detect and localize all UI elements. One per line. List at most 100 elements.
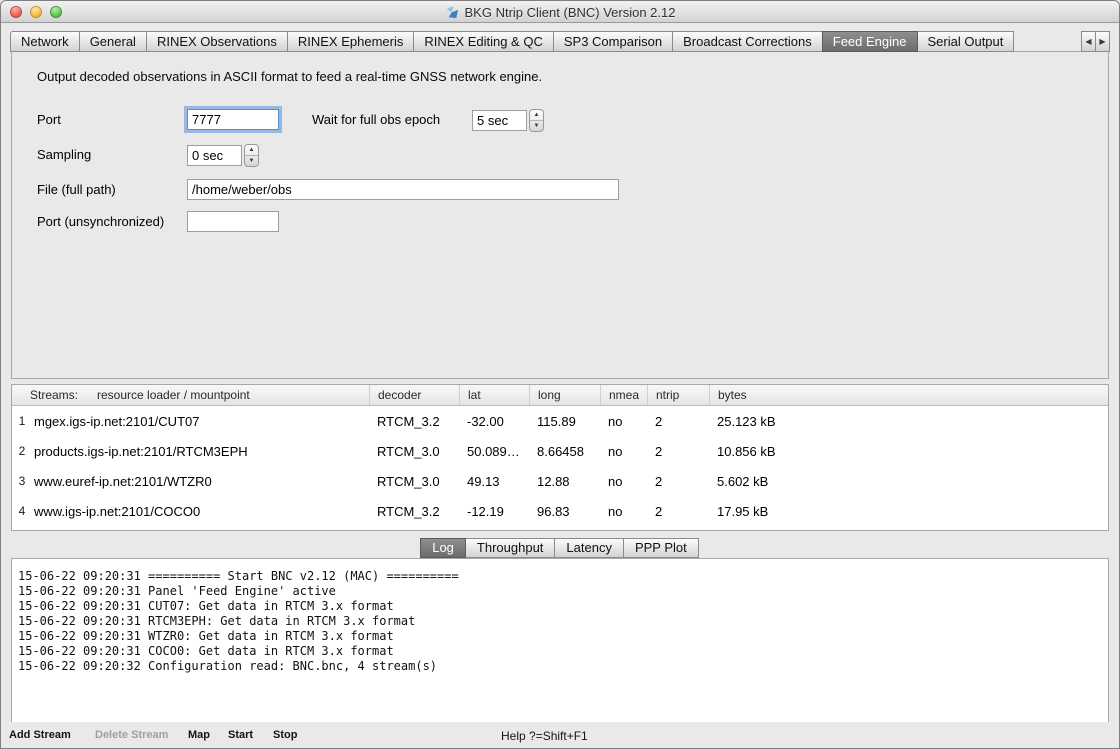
cell-ntrip: 2 bbox=[647, 474, 709, 489]
col-lat-header: lat bbox=[459, 385, 529, 405]
wait-epoch-spinbox: 5 sec ▲ ▼ bbox=[472, 108, 544, 132]
feed-engine-panel: Output decoded observations in ASCII for… bbox=[11, 51, 1109, 379]
stream-row[interactable]: 4 www.igs-ip.net:2101/COCO0 RTCM_3.2 -12… bbox=[12, 496, 1108, 526]
cell-long: 8.66458 bbox=[529, 444, 600, 459]
port-unsync-input[interactable] bbox=[187, 211, 279, 232]
cell-bytes: 17.95 kB bbox=[709, 504, 1108, 519]
log-line: 15-06-22 09:20:31 COCO0: Get data in RTC… bbox=[18, 644, 1108, 659]
cell-lat: 49.13 bbox=[459, 474, 529, 489]
minimize-button[interactable] bbox=[30, 6, 42, 18]
zoom-button[interactable] bbox=[50, 6, 62, 18]
cell-ntrip: 2 bbox=[647, 444, 709, 459]
bottom-toolbar: Add Stream Delete Stream Map Start Stop … bbox=[1, 722, 1119, 748]
tab-network[interactable]: Network bbox=[10, 31, 80, 52]
tab-serial-output[interactable]: Serial Output bbox=[917, 31, 1015, 52]
title-bar: BKG Ntrip Client (BNC) Version 2.12 bbox=[1, 1, 1119, 23]
map-button[interactable]: Map bbox=[188, 729, 210, 741]
port-input[interactable] bbox=[187, 109, 279, 130]
port-row: Port Wait for full obs epoch 5 sec ▲ ▼ bbox=[12, 108, 1108, 132]
log-line: 15-06-22 09:20:31 RTCM3EPH: Get data in … bbox=[18, 614, 1108, 629]
tab-rinex-ephemeris[interactable]: RINEX Ephemeris bbox=[287, 31, 414, 52]
col-decoder-header: decoder bbox=[369, 385, 459, 405]
sampling-spin-buttons: ▲ ▼ bbox=[244, 144, 259, 167]
tab-sp3-comparison[interactable]: SP3 Comparison bbox=[553, 31, 673, 52]
sampling-value[interactable]: 0 sec bbox=[187, 145, 242, 166]
up-arrow-icon: ▲ bbox=[249, 147, 255, 153]
cell-nmea: no bbox=[600, 504, 647, 519]
wait-epoch-label: Wait for full obs epoch bbox=[312, 108, 440, 132]
tab-general[interactable]: General bbox=[79, 31, 147, 52]
sampling-spin-up-button[interactable]: ▲ bbox=[245, 145, 258, 156]
tab-latency[interactable]: Latency bbox=[554, 538, 624, 558]
tab-rinex-observations[interactable]: RINEX Observations bbox=[146, 31, 288, 52]
main-tab-bar: Network General RINEX Observations RINEX… bbox=[10, 31, 1110, 52]
streams-table-header: Streams: resource loader / mountpoint de… bbox=[12, 385, 1108, 406]
cell-decoder: RTCM_3.0 bbox=[369, 474, 459, 489]
col-bytes-header: bytes bbox=[709, 385, 1108, 405]
stream-row[interactable]: 1 mgex.igs-ip.net:2101/CUT07 RTCM_3.2 -3… bbox=[12, 406, 1108, 436]
close-button[interactable] bbox=[10, 6, 22, 18]
cell-ntrip: 2 bbox=[647, 504, 709, 519]
log-line: 15-06-22 09:20:32 Configuration read: BN… bbox=[18, 659, 1108, 674]
log-line: 15-06-22 09:20:31 CUT07: Get data in RTC… bbox=[18, 599, 1108, 614]
log-line: 15-06-22 09:20:31 ========== Start BNC v… bbox=[18, 569, 1108, 584]
file-row: File (full path) bbox=[12, 178, 1108, 202]
delete-stream-button[interactable]: Delete Stream bbox=[95, 729, 168, 741]
log-panel[interactable]: 15-06-22 09:20:31 ========== Start BNC v… bbox=[11, 558, 1109, 724]
tab-scrollers: ◀ ▶ bbox=[1082, 31, 1110, 52]
tab-scroll-right-button[interactable]: ▶ bbox=[1095, 31, 1110, 52]
panel-description: Output decoded observations in ASCII for… bbox=[37, 69, 542, 84]
cell-lat: -32.00 bbox=[459, 414, 529, 429]
cell-mountpoint: www.igs-ip.net:2101/COCO0 bbox=[32, 504, 369, 519]
stream-row[interactable]: 2 products.igs-ip.net:2101/RTCM3EPH RTCM… bbox=[12, 436, 1108, 466]
sampling-spin-down-button[interactable]: ▼ bbox=[245, 156, 258, 166]
wait-epoch-spin-down-button[interactable]: ▼ bbox=[530, 121, 543, 131]
cell-bytes: 10.856 kB bbox=[709, 444, 1108, 459]
cell-mountpoint: www.euref-ip.net:2101/WTZR0 bbox=[32, 474, 369, 489]
cell-nmea: no bbox=[600, 444, 647, 459]
tab-ppp-plot[interactable]: PPP Plot bbox=[623, 538, 699, 558]
right-arrow-icon: ▶ bbox=[1099, 37, 1105, 46]
wait-epoch-value[interactable]: 5 sec bbox=[472, 110, 527, 131]
row-number: 3 bbox=[12, 474, 32, 488]
port-label: Port bbox=[37, 108, 61, 132]
file-path-input[interactable] bbox=[187, 179, 619, 200]
tab-scroll-left-button[interactable]: ◀ bbox=[1081, 31, 1096, 52]
cell-decoder: RTCM_3.2 bbox=[369, 504, 459, 519]
cell-long: 96.83 bbox=[529, 504, 600, 519]
app-window: BKG Ntrip Client (BNC) Version 2.12 Netw… bbox=[0, 0, 1120, 749]
col-mountpoint-header: resource loader / mountpoint bbox=[97, 385, 250, 406]
tab-feed-engine[interactable]: Feed Engine bbox=[822, 31, 918, 52]
col-long-header: long bbox=[529, 385, 600, 405]
col-nmea-header: nmea bbox=[600, 385, 647, 405]
cell-decoder: RTCM_3.0 bbox=[369, 444, 459, 459]
left-arrow-icon: ◀ bbox=[1085, 37, 1091, 46]
start-button[interactable]: Start bbox=[228, 729, 253, 741]
stop-button[interactable]: Stop bbox=[273, 729, 297, 741]
window-title: BKG Ntrip Client (BNC) Version 2.12 bbox=[465, 5, 676, 20]
traffic-lights bbox=[10, 6, 62, 18]
cell-nmea: no bbox=[600, 474, 647, 489]
down-arrow-icon: ▼ bbox=[249, 158, 255, 164]
cell-mountpoint: products.igs-ip.net:2101/RTCM3EPH bbox=[32, 444, 369, 459]
help-label: Help ?=Shift+F1 bbox=[501, 729, 588, 743]
tab-rinex-editing-qc[interactable]: RINEX Editing & QC bbox=[413, 31, 554, 52]
tab-log[interactable]: Log bbox=[420, 538, 466, 558]
cell-long: 115.89 bbox=[529, 414, 600, 429]
sampling-row: Sampling 0 sec ▲ ▼ bbox=[12, 143, 1108, 167]
cell-bytes: 25.123 kB bbox=[709, 414, 1108, 429]
app-icon bbox=[445, 5, 460, 20]
row-number: 4 bbox=[12, 504, 32, 518]
cell-lat: 50.089… bbox=[459, 444, 529, 459]
wait-epoch-spin-up-button[interactable]: ▲ bbox=[530, 110, 543, 121]
tab-broadcast-corrections[interactable]: Broadcast Corrections bbox=[672, 31, 823, 52]
stream-row[interactable]: 3 www.euref-ip.net:2101/WTZR0 RTCM_3.0 4… bbox=[12, 466, 1108, 496]
cell-long: 12.88 bbox=[529, 474, 600, 489]
cell-decoder: RTCM_3.2 bbox=[369, 414, 459, 429]
up-arrow-icon: ▲ bbox=[534, 112, 540, 118]
file-label: File (full path) bbox=[37, 178, 116, 202]
row-number: 2 bbox=[12, 444, 32, 458]
sampling-label: Sampling bbox=[37, 143, 91, 167]
tab-throughput[interactable]: Throughput bbox=[465, 538, 556, 558]
add-stream-button[interactable]: Add Stream bbox=[9, 729, 71, 741]
